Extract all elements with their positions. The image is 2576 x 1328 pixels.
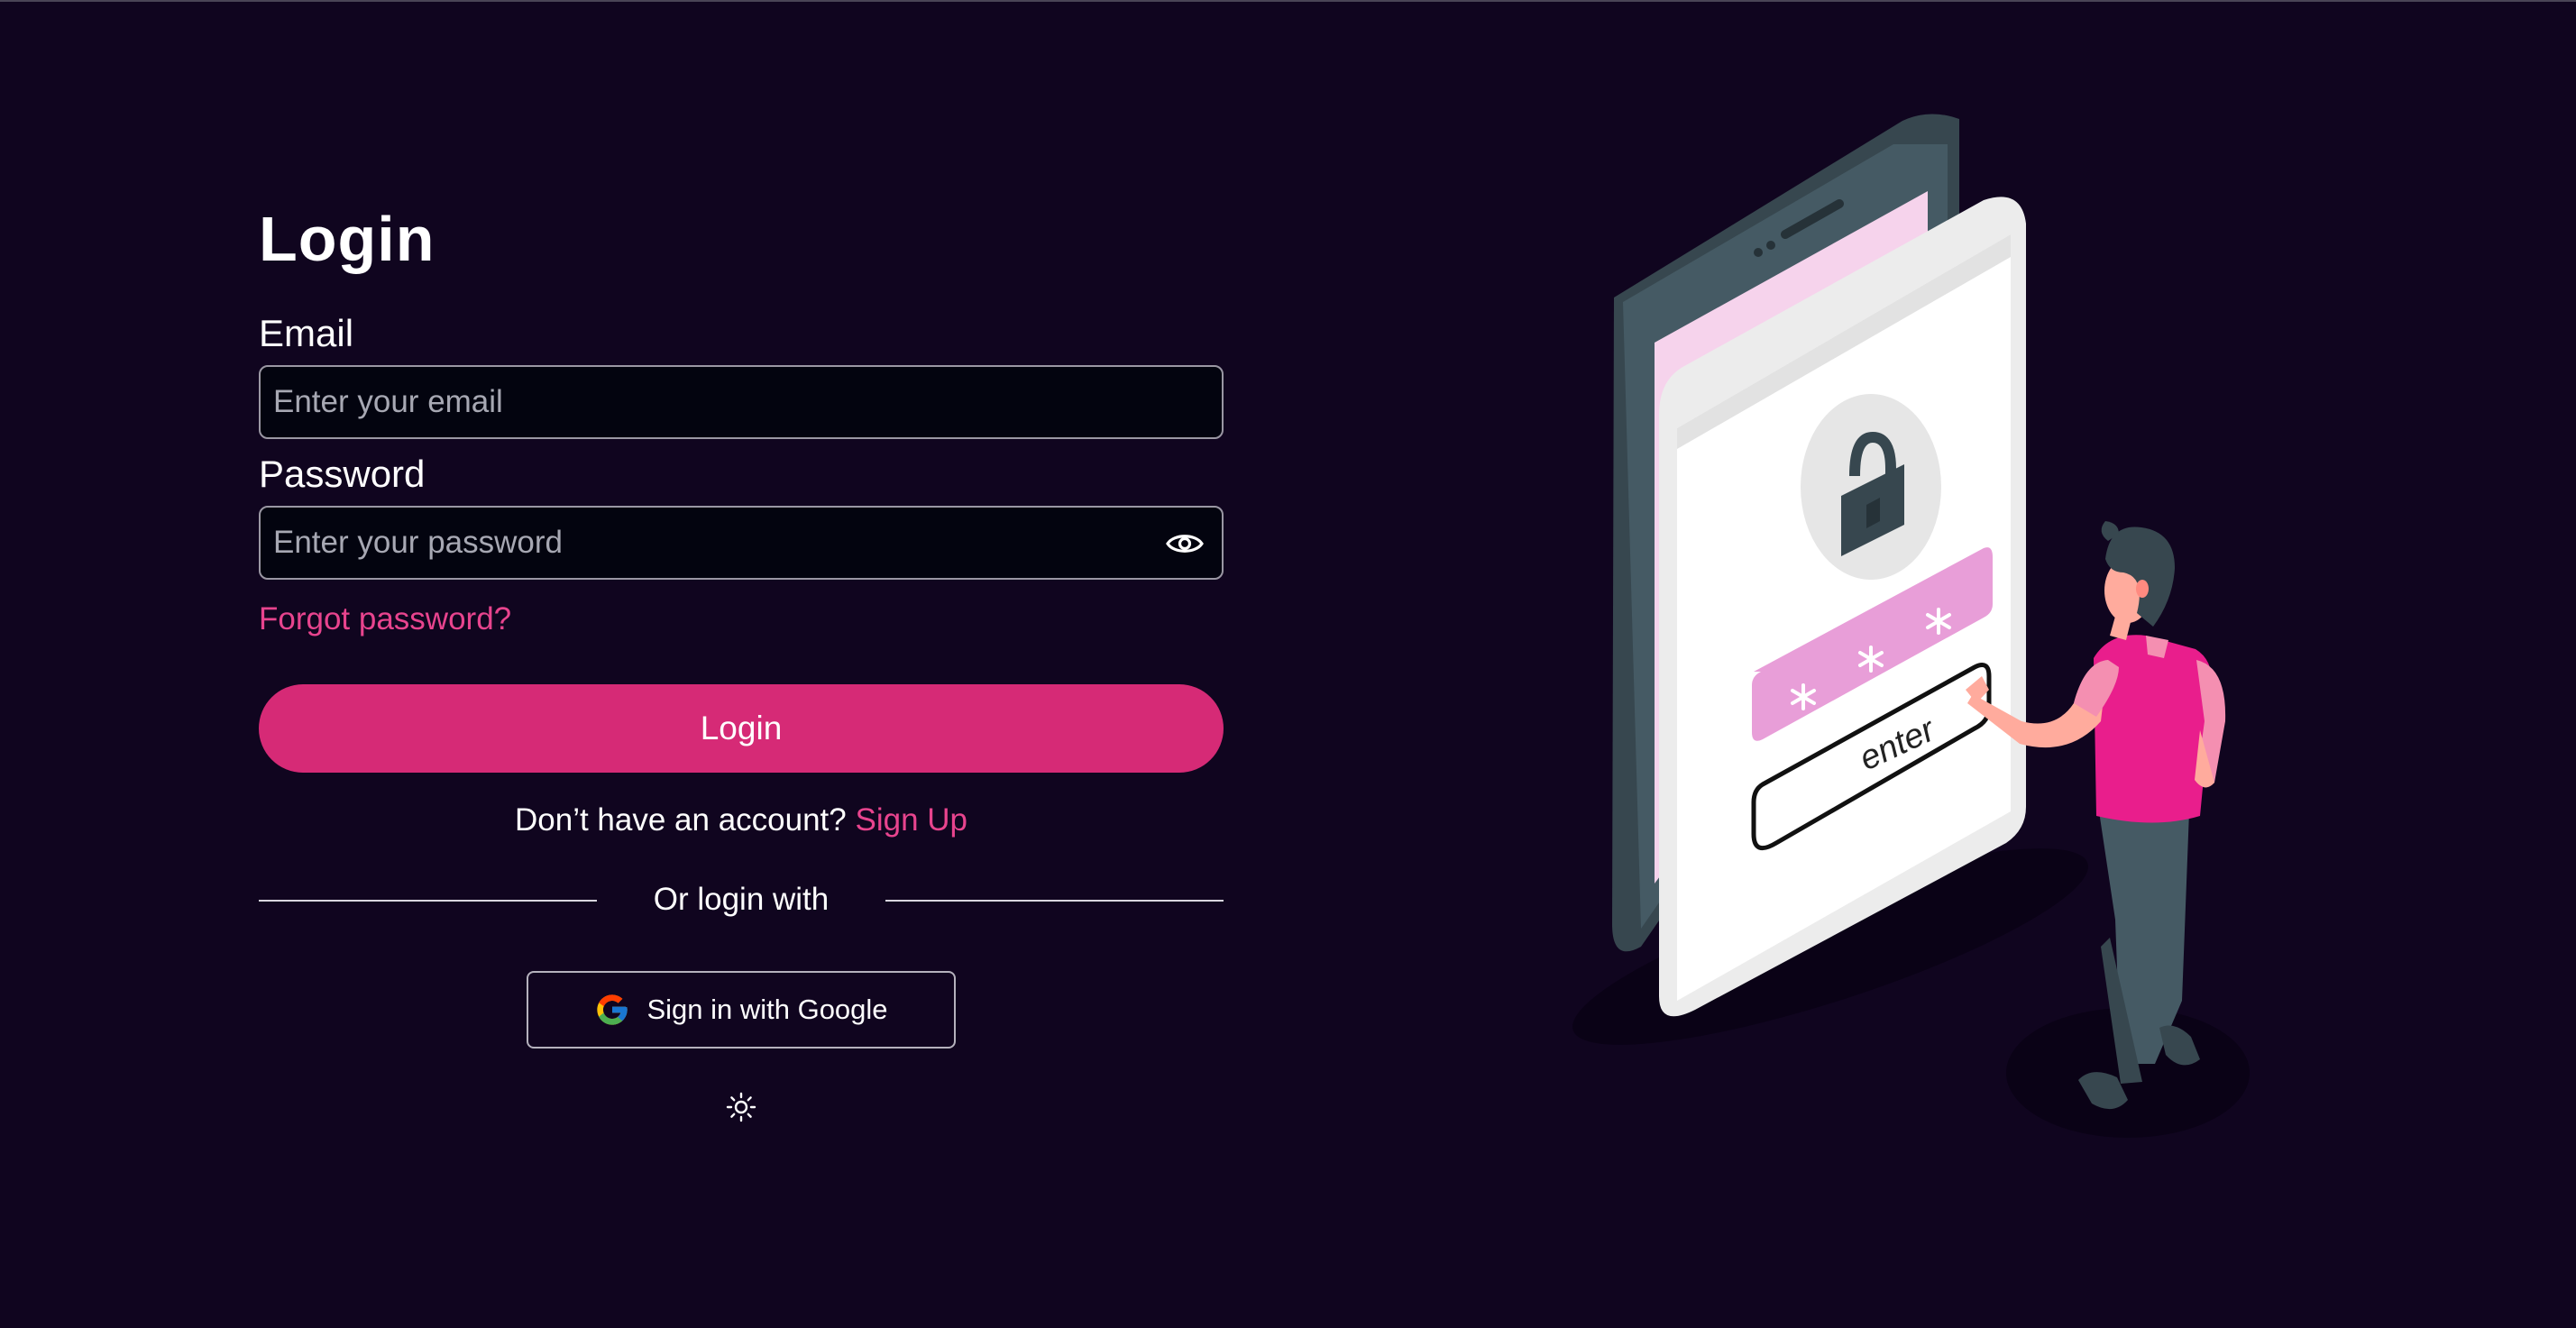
login-illustration: enter: [1572, 114, 2250, 1138]
google-button-label: Sign in with Google: [646, 994, 888, 1025]
page-title: Login: [259, 204, 435, 274]
login-page: Login Email Password Forgot password? Lo…: [0, 0, 2576, 1328]
login-button[interactable]: Login: [259, 684, 1224, 773]
sun-icon[interactable]: [726, 1092, 756, 1122]
divider-line-right: [885, 900, 1224, 902]
google-signin-button[interactable]: Sign in with Google: [527, 971, 956, 1049]
password-input[interactable]: [261, 508, 1222, 578]
email-input[interactable]: [261, 367, 1222, 437]
top-border: [0, 0, 2576, 2]
signup-link[interactable]: Sign Up: [855, 802, 967, 838]
password-field-container: [259, 506, 1224, 580]
login-form: Login Email Password Forgot password? Lo…: [259, 198, 1224, 1122]
password-label: Password: [259, 453, 426, 495]
email-field-container: [259, 365, 1224, 439]
no-account-text: Don’t have an account?: [514, 802, 847, 838]
or-divider: Or login with: [259, 877, 1224, 922]
google-icon: [597, 994, 628, 1025]
eye-icon[interactable]: [1166, 526, 1204, 562]
forgot-password-link[interactable]: Forgot password?: [259, 601, 511, 637]
signup-prompt: Don’t have an account? Sign Up: [259, 798, 1224, 843]
email-label: Email: [259, 312, 354, 354]
